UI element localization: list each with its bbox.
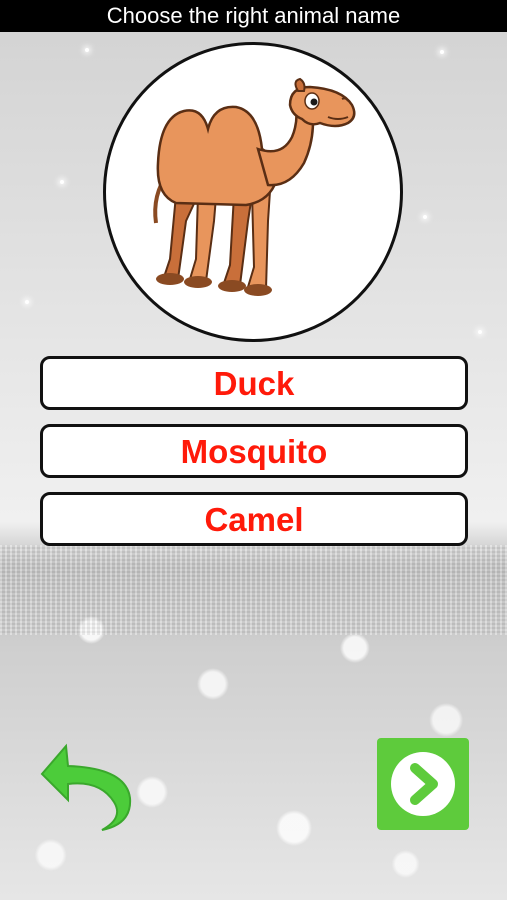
- sparkle: [423, 215, 427, 219]
- camel-back-leg: [188, 193, 218, 283]
- sparkle: [440, 50, 444, 54]
- answer-option-mosquito[interactable]: Mosquito: [40, 424, 468, 478]
- answer-option-camel[interactable]: Camel: [40, 492, 468, 546]
- sparkle: [60, 180, 64, 184]
- undo-arrow-icon: [40, 743, 132, 831]
- camel-pupil: [310, 98, 318, 106]
- camel-ear: [294, 77, 306, 92]
- sparkle: [25, 300, 29, 304]
- next-button-circle: [391, 752, 455, 816]
- camel-hoof: [184, 276, 212, 288]
- next-button[interactable]: [377, 738, 469, 830]
- camel-front-leg: [222, 194, 254, 287]
- chevron-right-icon: [410, 763, 438, 805]
- camel-hoof: [156, 273, 184, 285]
- glitter-background: [0, 545, 507, 635]
- quiz-screen: Choose the right animal name Duck Mosqui…: [0, 0, 507, 900]
- camel-picture: [153, 77, 356, 296]
- answer-option-duck[interactable]: Duck: [40, 356, 468, 410]
- back-button[interactable]: [38, 738, 134, 834]
- page-title: Choose the right animal name: [0, 0, 507, 32]
- camel-hoof: [218, 280, 246, 292]
- sparkle: [478, 330, 482, 334]
- animal-picture-frame: [103, 42, 403, 342]
- sparkle: [85, 48, 89, 52]
- camel-hoof: [244, 284, 272, 296]
